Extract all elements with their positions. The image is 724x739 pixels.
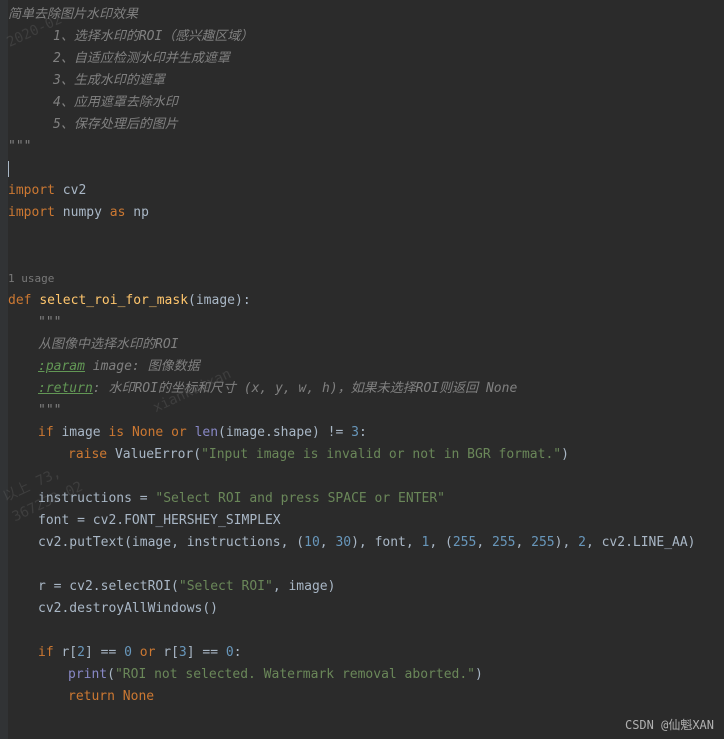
docstring-open: """ xyxy=(8,312,716,334)
docstring-title: 简单去除图片水印效果 xyxy=(8,4,716,26)
docstring-param: :param image: 图像数据 xyxy=(8,356,716,378)
blank-line xyxy=(8,620,716,642)
docstring-desc: 从图像中选择水印的ROI xyxy=(8,334,716,356)
docstring-return: :return: 水印ROI的坐标和尺寸 (x, y, w, h)，如果未选择R… xyxy=(8,378,716,400)
print-statement: print("ROI not selected. Watermark remov… xyxy=(8,664,716,686)
docstring-step: 1、选择水印的ROI（感兴趣区域） xyxy=(8,26,716,48)
import-line: import numpy as np xyxy=(8,202,716,224)
blank-line xyxy=(8,246,716,268)
docstring-step: 5、保存处理后的图片 xyxy=(8,114,716,136)
blank-line xyxy=(8,554,716,576)
if-statement: if image is None or len(image.shape) != … xyxy=(8,422,716,444)
import-line: import cv2 xyxy=(8,180,716,202)
csdn-watermark: CSDN @仙魁XAN xyxy=(625,716,714,733)
assignment: instructions = "Select ROI and press SPA… xyxy=(8,488,716,510)
blank-line xyxy=(8,224,716,246)
raise-statement: raise ValueError("Input image is invalid… xyxy=(8,444,716,466)
return-statement: return None xyxy=(8,686,716,708)
call-statement: cv2.destroyAllWindows() xyxy=(8,598,716,620)
function-def: def select_roi_for_mask(image): xyxy=(8,290,716,312)
code-editor[interactable]: 2020-02 xiankuixan 以上 73,367230-02 简单去除图… xyxy=(0,0,724,712)
caret-line[interactable] xyxy=(8,158,716,180)
usage-hint[interactable]: 1 usage xyxy=(8,268,716,290)
assignment: r = cv2.selectROI("Select ROI", image) xyxy=(8,576,716,598)
docstring-close: """ xyxy=(8,400,716,422)
if-statement: if r[2] == 0 or r[3] == 0: xyxy=(8,642,716,664)
docstring-step: 3、生成水印的遮罩 xyxy=(8,70,716,92)
blank-line xyxy=(8,466,716,488)
text-caret xyxy=(8,161,9,177)
docstring-step: 2、自适应检测水印并生成遮罩 xyxy=(8,48,716,70)
docstring-step: 4、应用遮罩去除水印 xyxy=(8,92,716,114)
call-statement: cv2.putText(image, instructions, (10, 30… xyxy=(8,532,716,554)
assignment: font = cv2.FONT_HERSHEY_SIMPLEX xyxy=(8,510,716,532)
docstring-close: """ xyxy=(8,136,716,158)
